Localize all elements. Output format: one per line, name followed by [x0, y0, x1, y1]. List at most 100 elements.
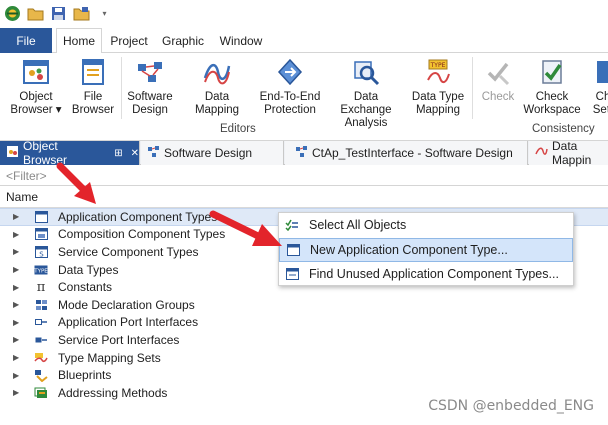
save-icon[interactable]: [50, 5, 67, 22]
composition-component-icon: [34, 227, 48, 241]
tab-ctap-software-design[interactable]: CtAp_TestInterface - Software Design: [285, 141, 528, 165]
expand-arrow-icon[interactable]: ▶: [13, 212, 19, 221]
red-arrow-icon: [209, 210, 282, 246]
menu-bar: File Home Project Graphic Window: [0, 27, 608, 54]
tree-item-service-port-interfaces[interactable]: ▶ Service Port Interfaces: [0, 331, 608, 349]
application-component-icon: [34, 210, 48, 224]
data-mapping-icon: [202, 57, 232, 87]
open-folder-icon[interactable]: [27, 5, 44, 22]
tree-item-label: Constants: [58, 280, 113, 295]
menu-tab-graphic[interactable]: Graphic: [160, 28, 206, 53]
object-browser-label-2: Browser ▾: [10, 104, 62, 116]
tree-item-type-mapping-sets[interactable]: ▶ Type Mapping Sets: [0, 349, 608, 367]
expand-arrow-icon[interactable]: ▶: [13, 283, 19, 292]
check-workspace-button[interactable]: Check Workspace: [523, 57, 581, 117]
ribbon-separator: [121, 57, 122, 119]
ribbon-group-consistency: Consistency: [532, 123, 595, 135]
menu-item-label: Find Unused Application Component Types.…: [309, 267, 559, 281]
tree-item-label: Type Mapping Sets: [58, 350, 161, 365]
expand-arrow-icon[interactable]: ▶: [13, 230, 19, 239]
data-type-mapping-label-2: Mapping: [415, 104, 461, 116]
menu-item-find-unused-application-component-types[interactable]: Find Unused Application Component Types.…: [279, 262, 573, 286]
menu-tab-window[interactable]: Window: [215, 28, 267, 53]
menu-item-label: New Application Component Type...: [310, 243, 508, 257]
file-browser-button[interactable]: File Browser: [70, 57, 116, 117]
tree-item-blueprints[interactable]: ▶ Blueprints: [0, 366, 608, 384]
software-design-button[interactable]: Software Design: [125, 57, 175, 117]
check-workspace-icon: [537, 57, 567, 87]
ribbon: Object Browser ▾ File Browser Software D…: [0, 53, 608, 141]
service-port-icon: [34, 333, 48, 347]
expand-arrow-icon[interactable]: ▶: [13, 318, 19, 327]
data-exchange-analysis-button[interactable]: Data Exchange Analysis: [328, 57, 404, 130]
watermark-text: CSDN @enbedded_ENG: [428, 398, 594, 414]
tree-item-label: Blueprints: [58, 368, 112, 383]
ribbon-separator: [472, 57, 473, 119]
check-settings-button[interactable]: Ch Sett: [588, 57, 608, 117]
ribbon-group-editors: Editors: [220, 123, 256, 135]
menu-item-select-all-objects[interactable]: Select All Objects: [279, 213, 573, 237]
customize-toolbar-icon[interactable]: ▾: [96, 5, 113, 22]
object-browser-label-1: Object: [19, 91, 53, 103]
software-design-label-1: Software: [127, 91, 173, 103]
data-mapping-tab-icon: [535, 145, 548, 161]
menu-tab-home[interactable]: Home: [56, 28, 102, 54]
end-to-end-protection-icon: [275, 57, 305, 87]
tree-item-label: Composition Component Types: [58, 227, 226, 242]
select-all-icon: [285, 218, 299, 232]
menu-file[interactable]: File: [0, 28, 52, 53]
menu-tab-project[interactable]: Project: [106, 28, 152, 53]
save-folder-icon[interactable]: [73, 5, 90, 22]
data-exchange-label-2: Analysis: [344, 117, 388, 129]
tree-item-mode-declaration-groups[interactable]: ▶ Mode Declaration Groups: [0, 296, 608, 314]
expand-arrow-icon[interactable]: ▶: [13, 388, 19, 397]
check-label: Check: [481, 91, 515, 103]
data-mapping-button[interactable]: Data Mapping: [182, 57, 252, 117]
check-workspace-label-2: Workspace: [523, 104, 581, 116]
blueprints-icon: [34, 368, 48, 382]
expand-arrow-icon[interactable]: ▶: [13, 335, 19, 344]
expand-arrow-icon[interactable]: ▶: [13, 371, 19, 380]
object-browser-tab-icon: [6, 145, 19, 161]
check-button[interactable]: Check: [478, 57, 518, 104]
addressing-icon: [34, 386, 48, 400]
end-to-end-label-2: Protection: [264, 104, 316, 116]
software-design-tab-icon: [295, 145, 308, 161]
close-icon[interactable]: ✕: [131, 148, 139, 159]
mode-declaration-icon: [34, 298, 48, 312]
expand-arrow-icon[interactable]: ▶: [13, 300, 19, 309]
svg-text:S: S: [39, 250, 44, 258]
object-browser-button[interactable]: Object Browser ▾: [8, 57, 64, 117]
software-design-tab-icon: [147, 145, 160, 161]
data-types-icon: TYPE: [34, 263, 48, 277]
end-to-end-protection-button[interactable]: End-To-End Protection: [259, 57, 321, 117]
expand-arrow-icon[interactable]: ▶: [13, 247, 19, 256]
tab-data-mapping-label: Data Mappin: [552, 139, 592, 167]
data-type-mapping-button[interactable]: TYPE Data Type Mapping: [410, 57, 466, 117]
software-design-icon: [135, 57, 165, 87]
tab-data-mapping[interactable]: Data Mappin: [529, 139, 608, 167]
tree-item-label: Service Port Interfaces: [58, 332, 180, 347]
software-design-label-2: Design: [132, 104, 168, 116]
data-mapping-label-1: Data Mapping: [194, 91, 240, 116]
menu-item-new-application-component-type[interactable]: New Application Component Type...: [279, 238, 573, 262]
check-icon: [483, 57, 513, 87]
type-mapping-icon: [34, 351, 48, 365]
expand-arrow-icon[interactable]: ▶: [13, 265, 19, 274]
pi-icon: π: [36, 279, 46, 295]
file-browser-label-2: Browser: [71, 104, 115, 116]
new-component-icon: [286, 243, 300, 257]
tree-item-label: Mode Declaration Groups: [58, 297, 195, 312]
menu-item-label: Select All Objects: [309, 218, 407, 232]
data-exchange-label-1: Data Exchange: [340, 91, 392, 116]
check-settings-label-1: Ch: [595, 91, 608, 103]
tree-item-label: Data Types: [58, 262, 119, 277]
check-settings-label-2: Sett: [592, 104, 608, 116]
pin-icon[interactable]: ⊞: [114, 148, 122, 159]
tab-software-design[interactable]: Software Design: [141, 141, 284, 165]
expand-arrow-icon[interactable]: ▶: [13, 353, 19, 362]
tree-item-label: Service Component Types: [58, 244, 199, 259]
tree-item-application-port-interfaces[interactable]: ▶ Application Port Interfaces: [0, 314, 608, 332]
file-browser-icon: [78, 57, 108, 87]
data-type-mapping-icon: TYPE: [423, 57, 453, 87]
